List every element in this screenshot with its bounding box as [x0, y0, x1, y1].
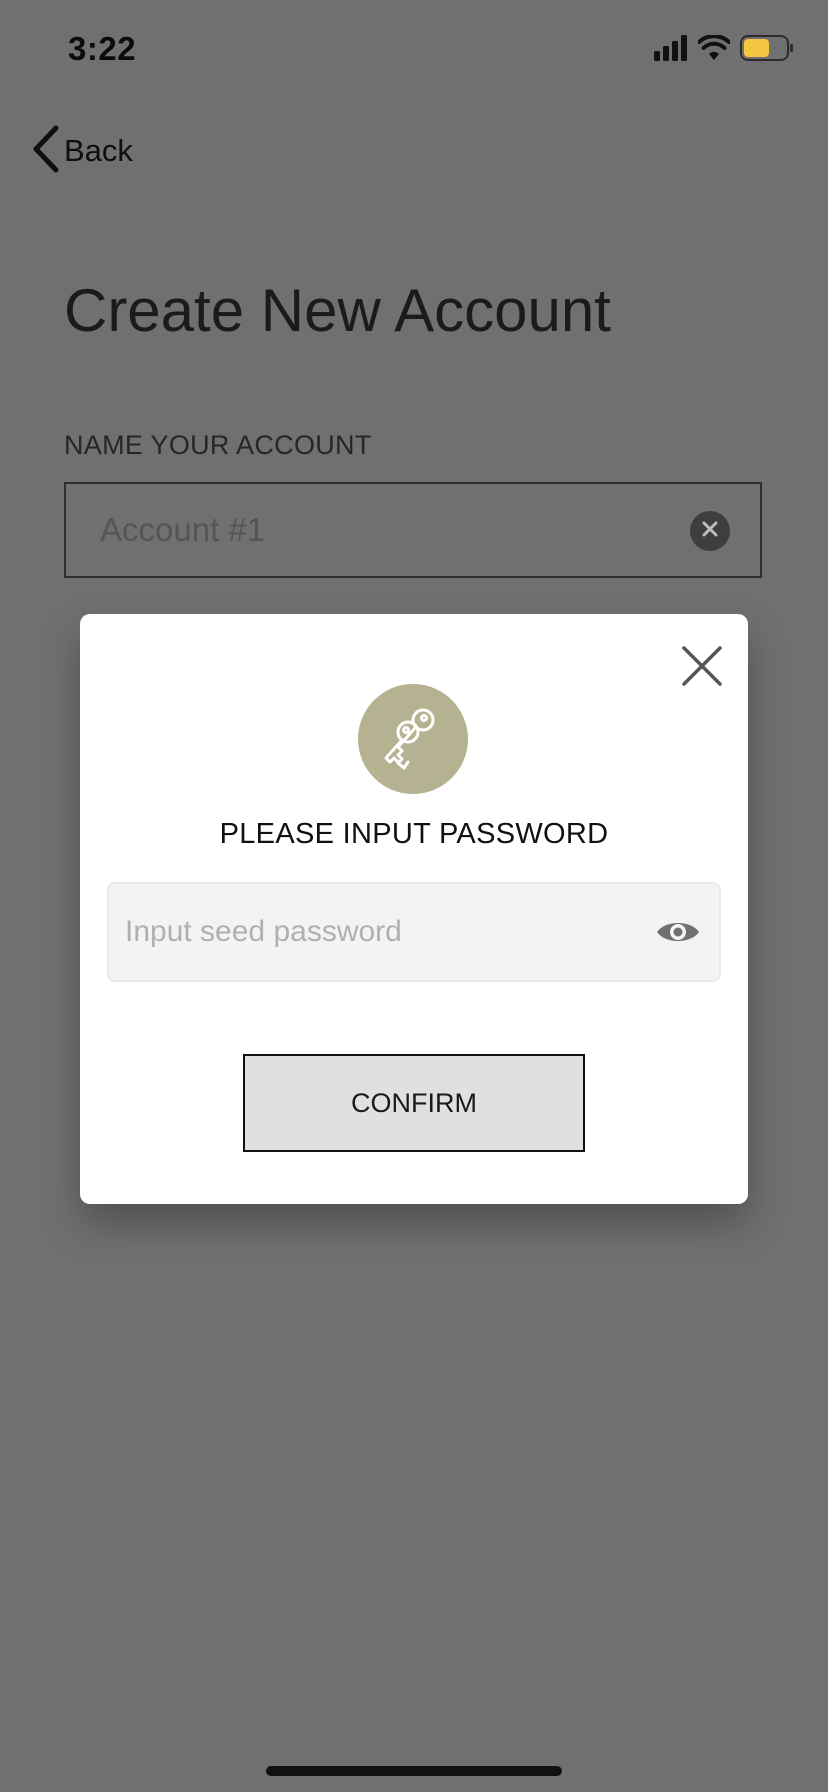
- password-dialog: PLEASE INPUT PASSWORD CONFIRM: [80, 614, 748, 1204]
- battery-icon: [740, 34, 794, 66]
- screen-background: 3:22 Back Create New Account NAME YOUR A…: [0, 0, 828, 1792]
- back-button[interactable]: Back: [30, 125, 133, 178]
- dialog-heading: PLEASE INPUT PASSWORD: [219, 818, 609, 850]
- password-field: [107, 882, 721, 982]
- clear-circle-icon: [701, 520, 719, 543]
- status-time: 3:22: [68, 30, 137, 67]
- wifi-icon: [697, 33, 731, 66]
- back-label: Back: [64, 133, 133, 168]
- password-input[interactable]: [109, 884, 629, 980]
- toggle-visibility-button[interactable]: [655, 912, 701, 952]
- account-name-label: NAME YOUR ACCOUNT: [64, 430, 372, 460]
- close-icon: [680, 646, 724, 692]
- key-badge: [358, 684, 468, 794]
- confirm-button[interactable]: CONFIRM: [243, 1054, 585, 1152]
- account-name-field: [64, 482, 762, 578]
- cellular-signal-icon: [654, 34, 688, 66]
- close-dialog-button[interactable]: [680, 644, 724, 688]
- home-indicator: [266, 1766, 562, 1776]
- eye-icon: [655, 923, 701, 956]
- chevron-left-icon: [30, 125, 60, 178]
- page-title: Create New Account: [64, 277, 611, 344]
- keys-icon: [378, 702, 448, 777]
- status-icons: [654, 33, 794, 66]
- account-name-input[interactable]: [66, 484, 666, 576]
- clear-input-button[interactable]: [690, 511, 730, 551]
